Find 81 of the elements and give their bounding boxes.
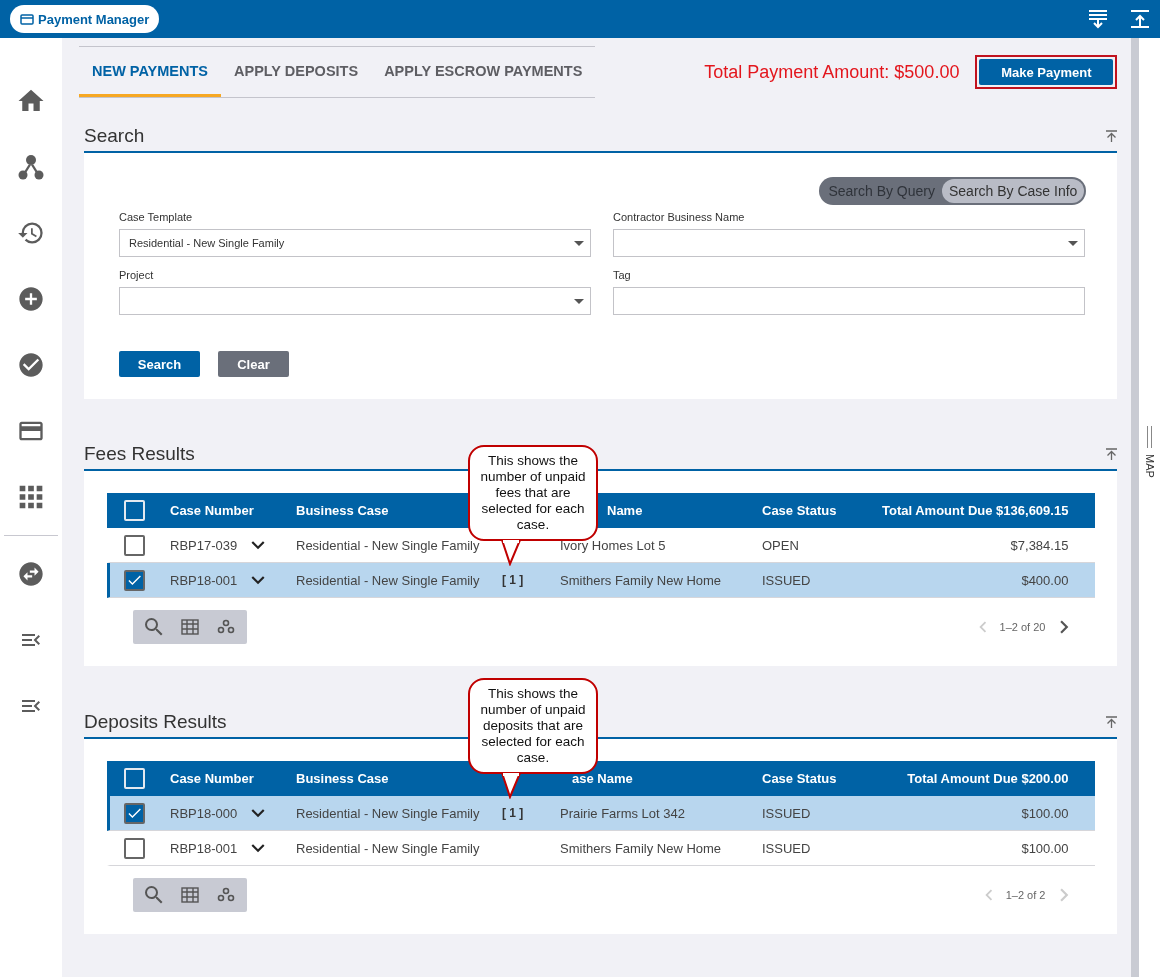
dropdown-caret-icon <box>1068 240 1078 246</box>
column-header[interactable]: Case Status <box>762 503 837 518</box>
tab[interactable]: APPLY DEPOSITS <box>221 47 372 97</box>
table-cell: RBP17-039 <box>170 537 238 553</box>
page-info: 1–2 of 20 <box>999 621 1046 633</box>
table-cell-text: $100.00 <box>1020 840 1069 856</box>
make-payment-button[interactable]: Make Payment <box>979 59 1114 85</box>
table-row[interactable]: RBP18-000 Residential - New Single Family [ 1 ] Prairie Farms Lot 342 ISSUED $100.00 <box>107 796 1096 831</box>
toggle-option[interactable]: Search By Case Info <box>942 179 1085 203</box>
tab[interactable]: NEW PAYMENTS <box>79 47 221 97</box>
total-payment-amount: Total Payment Amount: $500.00 <box>704 61 960 83</box>
check-icon[interactable] <box>17 351 45 379</box>
input-field[interactable] <box>613 287 1085 315</box>
checkbox[interactable] <box>124 569 145 591</box>
table-cell: RBP18-001 <box>170 572 238 588</box>
page-info: 1–2 of 2 <box>1005 889 1046 901</box>
tab[interactable]: APPLY ESCROW PAYMENTS <box>371 47 596 97</box>
search-button[interactable]: Search <box>119 351 200 377</box>
column-header[interactable]: Case Status <box>762 771 837 786</box>
table-row[interactable]: RBP18-001 Residential - New Single Family [ 1 ] Smithers Family New Home ISSUED $400.00 <box>107 563 1096 598</box>
app-badge[interactable]: Payment Manager <box>10 5 160 33</box>
column-header[interactable]: Business Case <box>296 503 389 518</box>
column-header[interactable]: Total Amount Due $200.00 <box>907 771 1069 786</box>
column-header[interactable]: Case Number <box>170 503 254 518</box>
table-cell-text: OPEN <box>762 537 800 553</box>
table-cell-text: Smithers Family New Home <box>560 572 723 588</box>
field-label: Tag <box>613 269 632 281</box>
table-cell: RBP18-000 <box>170 805 238 821</box>
table-cell-text: Residential - New Single Family <box>296 840 481 856</box>
collapse-icon[interactable] <box>1106 129 1118 143</box>
section-title: Search <box>84 125 145 147</box>
resize-handle[interactable] <box>1147 426 1152 448</box>
checkbox[interactable] <box>124 802 145 824</box>
callout-bubble: This shows the number of unpaid fees that are selected for each case. <box>468 445 598 541</box>
dropdown-field[interactable] <box>119 287 591 315</box>
checkbox[interactable] <box>124 837 145 859</box>
collapse-icon[interactable] <box>1106 447 1118 461</box>
callout-pointer <box>500 773 522 799</box>
table-cell-text: ISSUED <box>762 805 812 821</box>
dropdown-field[interactable]: Residential - New Single Family <box>119 229 591 257</box>
column-header[interactable]: Business Case <box>296 771 389 786</box>
swap-icon[interactable] <box>17 560 45 588</box>
expand-all-icon[interactable] <box>1088 9 1108 29</box>
selected-count-label: [ 1 ] <box>502 573 525 587</box>
map-tab[interactable]: MAP <box>1143 454 1156 478</box>
column-header[interactable]: ase Name <box>572 771 633 786</box>
section-title: Fees Results <box>84 443 195 465</box>
dropdown-caret-icon <box>574 240 584 246</box>
search-mode-toggle[interactable]: Search By Query Search By Case Info <box>819 177 1087 205</box>
app-title: Payment Manager <box>38 11 150 27</box>
table-cell-text: Smithers Family New Home <box>560 840 723 856</box>
callout-bubble: This shows the number of unpaid deposits that are selected for each case. <box>468 678 598 774</box>
collapse-icon[interactable] <box>1106 715 1118 729</box>
column-header[interactable]: Case Number <box>170 771 254 786</box>
table-cell-text: Prairie Farms Lot 342 <box>560 805 686 821</box>
field-label: Case Template <box>119 211 194 223</box>
clear-button[interactable]: Clear <box>218 351 289 377</box>
network-icon <box>18 154 44 180</box>
field-label: Project <box>119 269 155 281</box>
selected-count-label: [ 1 ] <box>502 806 525 820</box>
credit-card-icon <box>20 13 34 25</box>
callout-pointer <box>500 540 522 566</box>
dropdown-caret-icon <box>574 298 584 304</box>
table-cell-text: $7,384.15 <box>1009 537 1069 553</box>
table-cell-text: $100.00 <box>1020 805 1069 821</box>
table-cell-text: ISSUED <box>762 840 812 856</box>
collapse-all-icon[interactable] <box>1130 9 1150 29</box>
field-label: Contractor Business Name <box>613 211 746 223</box>
table-cell: RBP18-001 <box>170 840 238 856</box>
table-cell-text: Residential - New Single Family <box>296 805 481 821</box>
column-header[interactable]: Total Amount Due $136,609.15 <box>882 503 1069 518</box>
table-cell-text: Residential - New Single Family <box>296 572 481 588</box>
checkbox[interactable] <box>124 534 145 556</box>
dropdown-field[interactable] <box>613 229 1085 257</box>
section-title: Deposits Results <box>84 711 227 733</box>
add-icon[interactable] <box>17 285 45 313</box>
table-cell-text: $400.00 <box>1020 572 1069 588</box>
table-icon[interactable] <box>181 619 199 635</box>
table-cell-text: ISSUED <box>762 572 812 588</box>
table-icon[interactable] <box>181 887 199 903</box>
column-header[interactable]: Name <box>607 503 643 518</box>
